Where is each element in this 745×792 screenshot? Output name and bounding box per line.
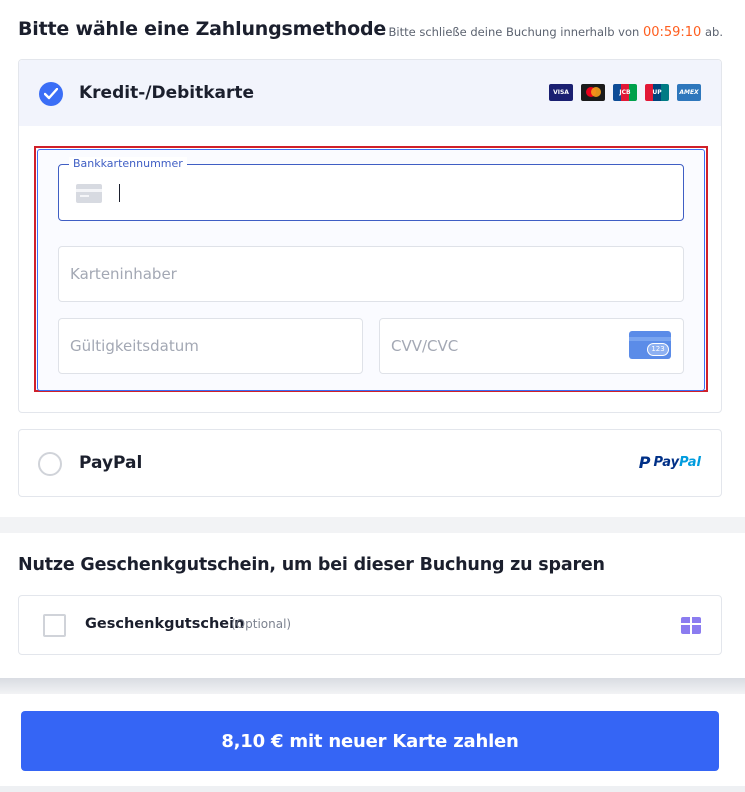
pay-button[interactable]: 8,10 € mit neuer Karte zahlen <box>21 711 719 771</box>
cvv-field[interactable]: CVV/CVC 123 <box>379 318 684 374</box>
card-payment-option: Kredit-/Debitkarte VISA JCB UP AMEX Bank… <box>18 59 722 413</box>
gift-icon <box>681 617 701 634</box>
timer-suffix: ab. <box>704 25 723 39</box>
paypal-option-label: PayPal <box>79 453 143 473</box>
paypal-logo-pay: Pay <box>653 455 680 470</box>
voucher-checkbox[interactable] <box>43 614 66 637</box>
card-number-label: Bankkartennummer <box>69 157 187 170</box>
paypal-logo-icon: P PayPal <box>639 453 701 472</box>
cvv-card-icon: 123 <box>629 331 671 359</box>
voucher-label: Geschenkgutschein <box>85 616 245 632</box>
booking-timer: Bitte schließe deine Buchung innerhalb v… <box>389 25 724 40</box>
timer-countdown: 00:59:10 <box>642 25 702 40</box>
jcb-icon: JCB <box>613 84 637 101</box>
paypal-logo-pal: Pal <box>679 455 701 470</box>
unionpay-icon: UP <box>645 84 669 101</box>
payment-header: Bitte wähle eine Zahlungsmethode Bitte s… <box>18 18 723 44</box>
card-form: Bankkartennummer Karteninhaber Gültigkei… <box>37 149 705 391</box>
card-number-field[interactable]: Bankkartennummer <box>58 157 684 221</box>
card-holder-field[interactable]: Karteninhaber <box>58 246 684 302</box>
gift-voucher-option[interactable]: Geschenkgutschein (Optional) <box>18 595 722 655</box>
expiry-date-field[interactable]: Gültigkeitsdatum <box>58 318 363 374</box>
paypal-mark-icon: P <box>638 453 651 472</box>
voucher-optional-hint: (Optional) <box>231 617 292 631</box>
cvv-icon-number: 123 <box>647 343 669 356</box>
page-title: Bitte wähle eine Zahlungsmethode <box>18 18 387 40</box>
card-option-header[interactable]: Kredit-/Debitkarte VISA JCB UP AMEX <box>19 60 721 126</box>
cvv-placeholder: CVV/CVC <box>391 337 459 355</box>
credit-card-icon <box>76 184 102 203</box>
card-holder-placeholder: Karteninhaber <box>70 265 177 283</box>
voucher-section-title: Nutze Geschenkgutschein, um bei dieser B… <box>18 555 605 575</box>
timer-prefix: Bitte schließe deine Buchung innerhalb v… <box>388 25 640 39</box>
section-divider <box>0 517 745 533</box>
mastercard-icon <box>581 84 605 101</box>
bottom-strip <box>0 786 745 792</box>
amex-icon: AMEX <box>677 84 701 101</box>
card-option-label: Kredit-/Debitkarte <box>79 83 255 103</box>
paypal-radio[interactable] <box>38 452 62 476</box>
card-brand-logos: VISA JCB UP AMEX <box>549 84 701 101</box>
bottom-bar-shadow <box>0 678 745 694</box>
visa-icon: VISA <box>549 84 573 101</box>
expiry-placeholder: Gültigkeitsdatum <box>70 337 199 355</box>
text-caret <box>119 184 120 202</box>
paypal-payment-option[interactable]: PayPal P PayPal <box>18 429 722 497</box>
selected-check-icon[interactable] <box>39 82 63 106</box>
